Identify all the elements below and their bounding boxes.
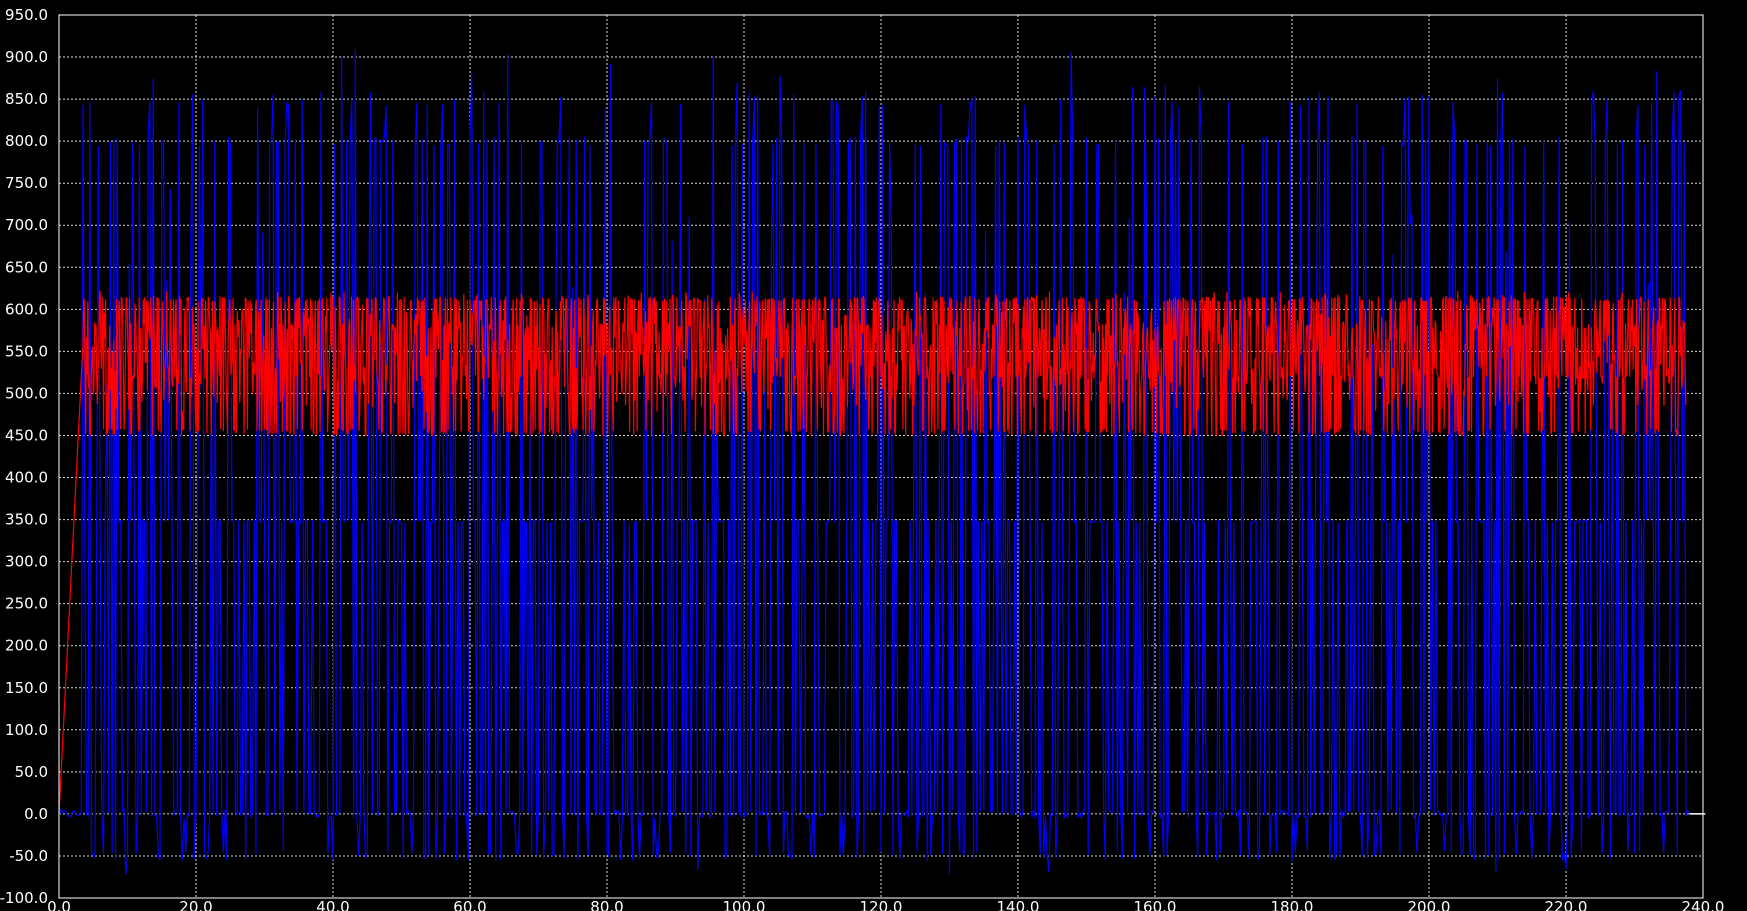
- y-tick-label: 250.0: [5, 595, 48, 613]
- y-tick-label: -50.0: [9, 847, 48, 865]
- x-tick-label: 120.0: [860, 898, 903, 911]
- y-tick-label: 350.0: [5, 511, 48, 529]
- x-tick-label: 80.0: [590, 898, 623, 911]
- x-tick-label: 200.0: [1408, 898, 1451, 911]
- y-tick-label: 750.0: [5, 174, 48, 192]
- y-tick-label: 200.0: [5, 637, 48, 655]
- x-tick-label: 20.0: [179, 898, 212, 911]
- x-tick-label: 40.0: [316, 898, 349, 911]
- y-tick-label: 700.0: [5, 216, 48, 234]
- y-tick-label: 600.0: [5, 300, 48, 318]
- y-tick-label: 50.0: [15, 763, 48, 781]
- x-tick-label: 100.0: [723, 898, 766, 911]
- x-tick-label: 180.0: [1271, 898, 1314, 911]
- y-tick-label: 950.0: [5, 6, 48, 24]
- y-tick-label: 500.0: [5, 384, 48, 402]
- x-tick-label: 220.0: [1545, 898, 1588, 911]
- x-tick-label: 140.0: [997, 898, 1040, 911]
- x-tick-label: 60.0: [453, 898, 486, 911]
- x-tick-label: 0.0: [47, 898, 71, 911]
- x-tick-label: 240.0: [1682, 898, 1725, 911]
- y-tick-label: 450.0: [5, 426, 48, 444]
- y-tick-label: 150.0: [5, 679, 48, 697]
- y-tick-label: 0.0: [24, 805, 48, 823]
- chart: 0.0 20.0 40.0 60.0 80.0 100.0 120.0 140.0 160.0 1…: [0, 0, 1747, 911]
- y-tick-label: 550.0: [5, 342, 48, 360]
- y-tick-label: 100.0: [5, 721, 48, 739]
- y-tick-label: -100.0: [0, 889, 48, 907]
- x-tick-label: 160.0: [1134, 898, 1177, 911]
- y-tick-label: 650.0: [5, 258, 48, 276]
- y-tick-label: 850.0: [5, 90, 48, 108]
- y-tick-label: 900.0: [5, 48, 48, 66]
- y-tick-label: 300.0: [5, 553, 48, 571]
- y-tick-label: 800.0: [5, 132, 48, 150]
- y-tick-label: 400.0: [5, 469, 48, 487]
